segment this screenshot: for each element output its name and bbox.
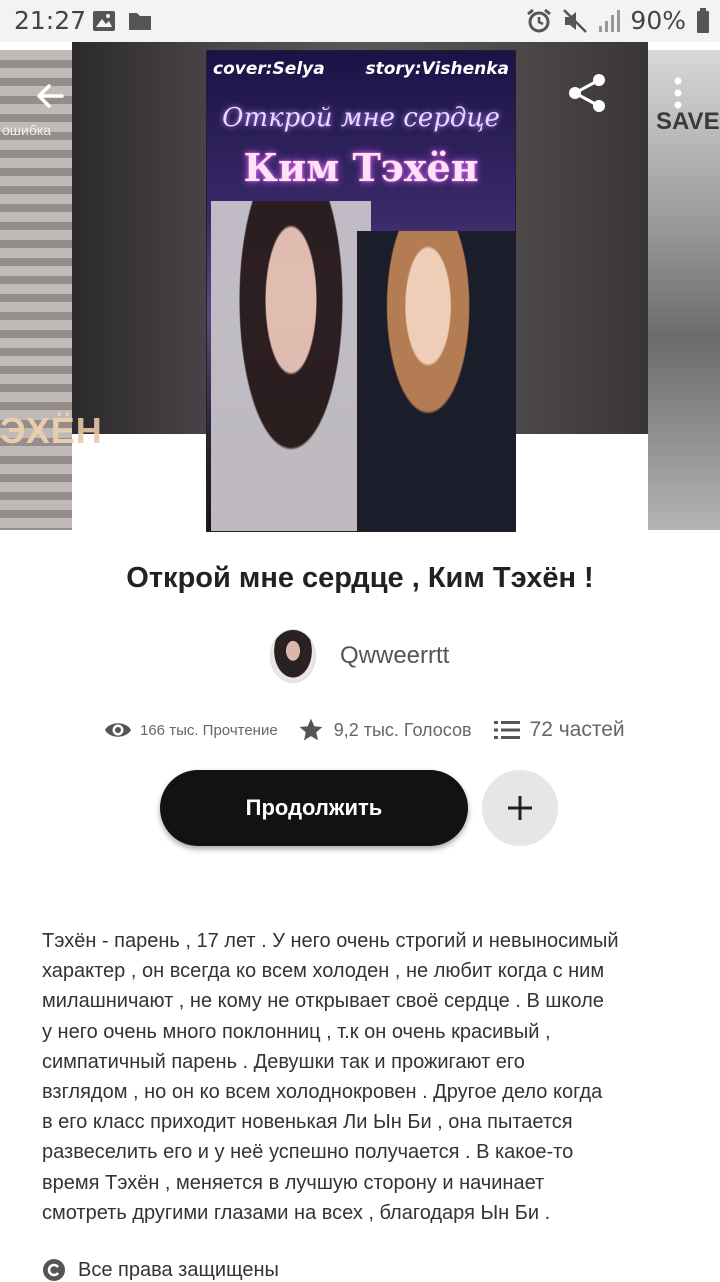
status-bar: 21:27 90% <box>0 0 720 42</box>
battery-icon <box>697 7 709 33</box>
image-icon <box>93 11 115 31</box>
add-to-library-button[interactable] <box>482 770 558 846</box>
author-name[interactable]: Qwweerrtt <box>340 642 449 670</box>
cover-title-line1: Открой мне сердце <box>222 103 500 133</box>
cover-figure-left <box>211 201 371 531</box>
story-title: Открой мне сердце , Ким Тэхён ! <box>126 562 594 594</box>
copyright-text: Все права защищены <box>78 1258 279 1281</box>
cover-credits: cover:Selya story:Vishenka <box>213 59 509 79</box>
book-cover[interactable]: cover:Selya story:Vishenka Открой мне се… <box>206 50 516 532</box>
back-button[interactable] <box>26 72 74 120</box>
more-vertical-icon <box>674 77 682 109</box>
eye-icon <box>105 723 131 737</box>
reads-stat: 166 тыс. Прочтение <box>104 720 278 740</box>
arrow-left-icon <box>37 84 64 108</box>
cover-figure-right <box>357 231 515 531</box>
share-button[interactable] <box>560 66 614 120</box>
cover-title-line2: Ким Тэхён <box>243 145 479 190</box>
previous-book-title: ЭХЁН <box>0 410 103 451</box>
mute-icon <box>563 8 588 33</box>
list-icon <box>493 721 520 739</box>
copyright-icon <box>43 1259 65 1281</box>
story-description: Тэхён - парень , 17 лет . У него очень с… <box>42 930 619 1224</box>
previous-book-caption: ошибка <box>2 122 52 138</box>
parts-stat: 72 частей <box>493 718 625 742</box>
continue-reading-button[interactable]: Продолжить <box>160 770 468 846</box>
parts-count: 72 частей <box>529 718 625 741</box>
folder-icon <box>129 13 151 30</box>
votes-stat: 9,2 тыс. Голосов <box>298 717 472 743</box>
copyright-row: Все права защищены <box>42 1258 279 1282</box>
battery-percent: 90% <box>630 6 686 35</box>
story-stats: 166 тыс. Прочтение 9,2 тыс. Голосов 72 ч… <box>104 712 625 748</box>
status-time: 21:27 <box>14 6 87 35</box>
share-icon <box>569 74 605 112</box>
star-icon <box>299 718 323 741</box>
author-avatar[interactable] <box>270 629 316 683</box>
cover-credit-right: story:Vishenka <box>365 59 509 79</box>
cover-credit-left: cover:Selya <box>213 59 325 79</box>
votes-count: 9,2 тыс. Голосов <box>333 719 472 740</box>
signal-icon <box>599 9 621 32</box>
status-left-icons <box>92 10 152 32</box>
reads-count: 166 тыс. Прочтение <box>140 721 278 739</box>
cover-carousel[interactable]: ошибка ЭХЁН SAVE cover:Selya story:Vishe… <box>0 42 720 532</box>
previous-book-cover[interactable]: ошибка ЭХЁН <box>0 50 103 530</box>
status-right-icons: 90% <box>526 6 710 35</box>
plus-icon <box>508 796 532 820</box>
author-row[interactable]: Qwweerrtt <box>270 628 449 684</box>
alarm-icon <box>527 8 552 32</box>
more-options-button[interactable] <box>660 70 696 116</box>
next-book-cover[interactable]: SAVE <box>648 50 720 530</box>
